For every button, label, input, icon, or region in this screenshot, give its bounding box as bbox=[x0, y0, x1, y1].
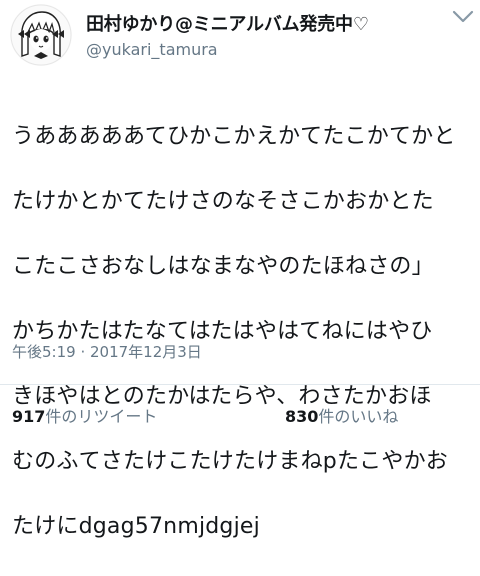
avatar-illustration-icon bbox=[10, 4, 72, 66]
tweet-text-line: たけかとかてたけさのなそさこかおかとた bbox=[12, 188, 434, 214]
tweet-text-line: むのふてさたけこたけたけまねpたこやかお bbox=[12, 448, 448, 474]
tweet-text-line: こたこさおなしはなまなやのたほねさの」 bbox=[12, 253, 434, 279]
likes-stat[interactable]: 830件のいいね bbox=[285, 403, 398, 427]
chevron-down-icon[interactable] bbox=[452, 10, 474, 24]
tweet-timestamp[interactable]: 午後5:19 · 2017年12月3日 bbox=[12, 341, 202, 362]
retweets-count: 917 bbox=[12, 407, 46, 426]
retweets-stat[interactable]: 917件のリツイート bbox=[12, 403, 157, 427]
tweet-text-line: たけにdgag57nmjdgjej bbox=[12, 513, 260, 539]
tweet-text-line: うあああああてひかこかえかてたこかてかと bbox=[12, 123, 456, 149]
divider bbox=[0, 384, 480, 385]
tweet-text: うあああああてひかこかえかてたこかてかと たけかとかてたけさのなそさこかおかとた… bbox=[12, 88, 476, 576]
likes-count: 830 bbox=[285, 407, 319, 426]
retweets-label: 件のリツイート bbox=[45, 407, 158, 426]
avatar[interactable] bbox=[10, 4, 72, 66]
user-handle[interactable]: @yukari_tamura bbox=[86, 40, 218, 59]
likes-label: 件のいいね bbox=[318, 407, 399, 426]
display-name[interactable]: 田村ゆかり@ミニアルバム発売中♡ bbox=[86, 10, 369, 36]
